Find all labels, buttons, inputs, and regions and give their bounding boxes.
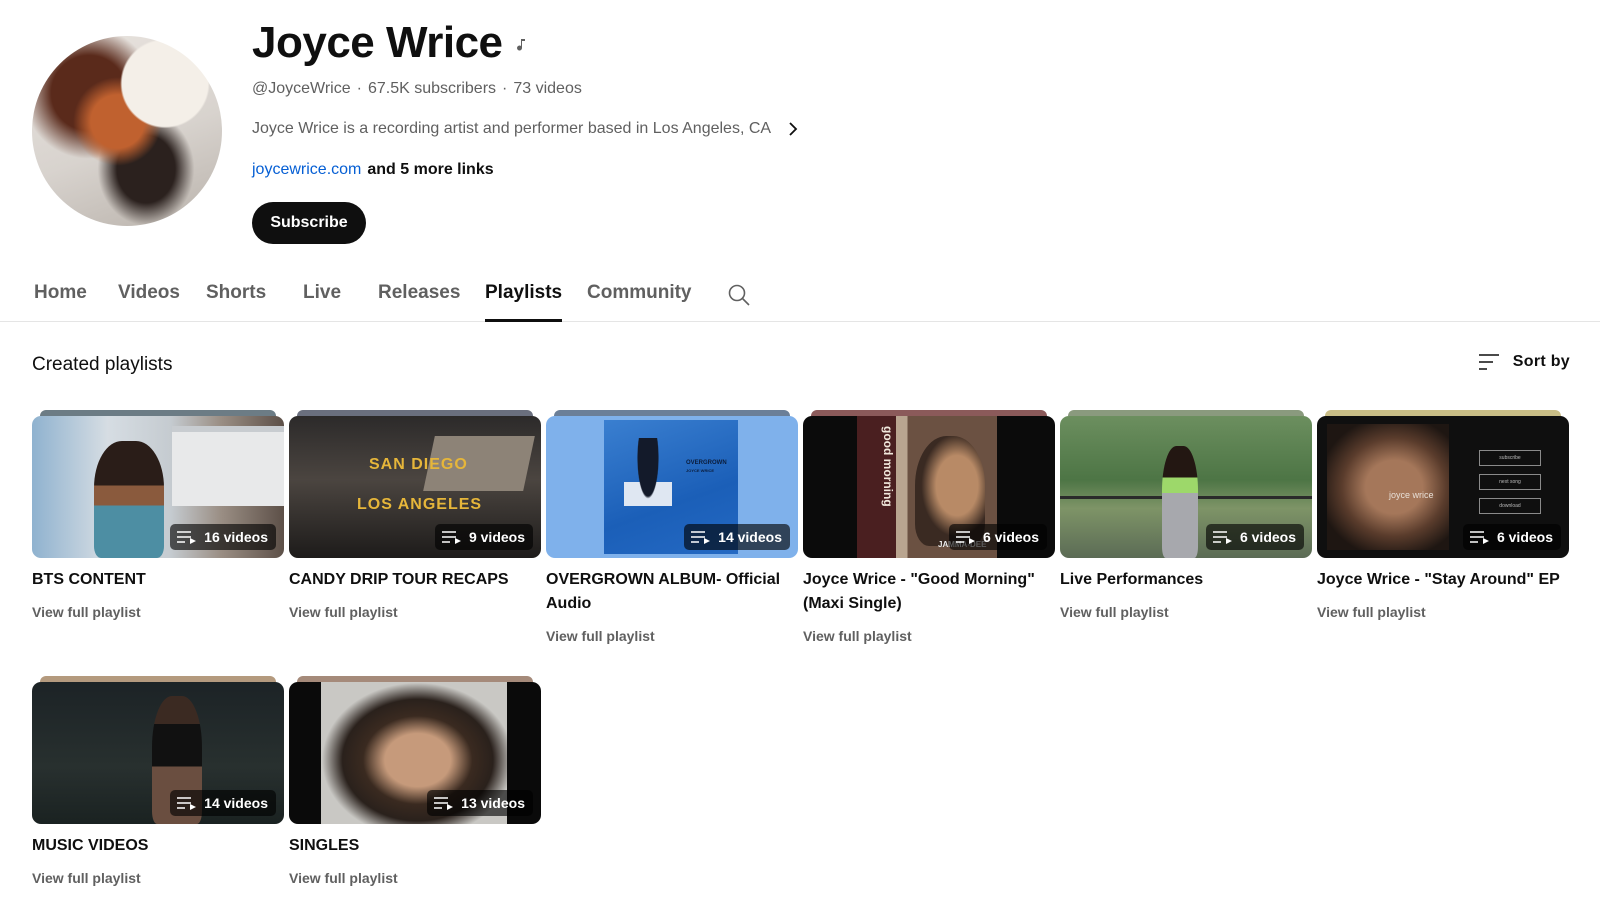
playlist-title[interactable]: Live Performances bbox=[1060, 568, 1312, 592]
playlist-icon bbox=[1212, 531, 1232, 544]
sort-label: Sort by bbox=[1512, 353, 1570, 370]
playlist-icon bbox=[434, 797, 454, 810]
view-full-playlist-link[interactable]: View full playlist bbox=[803, 628, 912, 644]
channel-avatar[interactable] bbox=[32, 36, 222, 226]
playlist-title[interactable]: CANDY DRIP TOUR RECAPS bbox=[289, 568, 541, 592]
channel-description[interactable]: Joyce Wrice is a recording artist and pe… bbox=[252, 119, 803, 139]
thumbnail-text: next song bbox=[1479, 474, 1541, 490]
video-count: 73 videos bbox=[513, 80, 582, 97]
thumbnail-text: subscribe bbox=[1479, 450, 1541, 466]
video-count-badge: 6 videos bbox=[1462, 524, 1561, 550]
video-count: 6 videos bbox=[1496, 529, 1553, 545]
playlist-thumbnail[interactable]: SAN DIEGO LOS ANGELES 9 videos bbox=[289, 416, 541, 558]
playlist-title[interactable]: MUSIC VIDEOS bbox=[32, 834, 284, 858]
view-full-playlist-link[interactable]: View full playlist bbox=[546, 628, 655, 644]
view-full-playlist-link[interactable]: View full playlist bbox=[289, 870, 398, 886]
meta-separator: · bbox=[356, 80, 362, 97]
playlist-thumbnail[interactable]: good morning JAMMA-DEE 6 videos bbox=[803, 416, 1055, 558]
video-count-badge: 13 videos bbox=[427, 790, 533, 816]
channel-handle: @JoyceWrice bbox=[252, 80, 351, 97]
video-count-badge: 9 videos bbox=[434, 524, 533, 550]
playlist-icon bbox=[441, 531, 461, 544]
thumbnail-text: LOS ANGELES bbox=[357, 496, 483, 513]
tab-playlists[interactable]: Playlists bbox=[485, 282, 563, 322]
section-title: Created playlists bbox=[32, 354, 173, 375]
playlist-thumbnail[interactable]: joyce wrice subscribe next song download… bbox=[1317, 416, 1569, 558]
playlist-icon bbox=[955, 531, 975, 544]
video-count: 16 videos bbox=[204, 529, 268, 545]
subscriber-count: 67.5K subscribers bbox=[367, 80, 497, 97]
playlist-icon bbox=[177, 797, 197, 810]
playlist-icon bbox=[691, 531, 711, 544]
playlist-title[interactable]: Joyce Wrice - "Good Morning" (Maxi Singl… bbox=[803, 568, 1055, 616]
video-count-badge: 14 videos bbox=[684, 524, 790, 550]
view-full-playlist-link[interactable]: View full playlist bbox=[32, 604, 141, 620]
playlist-title[interactable]: OVERGROWN ALBUM- Official Audio bbox=[546, 568, 798, 616]
video-count-badge: 16 videos bbox=[170, 524, 276, 550]
tab-videos[interactable]: Videos bbox=[118, 282, 180, 322]
tab-releases[interactable]: Releases bbox=[378, 282, 460, 322]
search-icon[interactable] bbox=[726, 282, 752, 308]
tab-live[interactable]: Live bbox=[303, 282, 341, 322]
thumbnail-text: download bbox=[1479, 498, 1541, 514]
tab-home[interactable]: Home bbox=[34, 282, 87, 322]
tab-community[interactable]: Community bbox=[587, 282, 692, 322]
playlist-icon bbox=[1469, 531, 1489, 544]
channel-name-text: Joyce Wrice bbox=[252, 18, 503, 67]
video-count: 6 videos bbox=[982, 529, 1039, 545]
thumbnail-text: joyce wrice bbox=[1389, 490, 1434, 500]
subscribe-button[interactable]: Subscribe bbox=[252, 202, 366, 244]
video-count: 6 videos bbox=[1239, 529, 1296, 545]
playlist-icon bbox=[177, 531, 197, 544]
thumbnail-text: good morning bbox=[881, 426, 895, 507]
video-count: 9 videos bbox=[468, 529, 525, 545]
channel-meta: @JoyceWrice · 67.5K subscribers · 73 videos bbox=[252, 80, 582, 98]
playlist-thumbnail[interactable]: OVERGROWN JOYCE WRICE 14 videos bbox=[546, 416, 798, 558]
thumbnail-text: OVERGROWN bbox=[686, 460, 727, 466]
thumbnail-text: JOYCE WRICE bbox=[686, 468, 715, 473]
playlist-thumbnail[interactable]: 13 videos bbox=[289, 682, 541, 824]
playlist-title[interactable]: BTS CONTENT bbox=[32, 568, 284, 592]
thumbnail-text: SAN DIEGO bbox=[369, 456, 468, 473]
channel-tabs: Home Videos Shorts Live Releases Playlis… bbox=[0, 270, 1600, 322]
channel-links: joycewrice.com and 5 more links bbox=[252, 161, 494, 179]
tab-shorts[interactable]: Shorts bbox=[206, 282, 266, 322]
video-count-badge: 14 videos bbox=[170, 790, 276, 816]
more-links-button[interactable]: and 5 more links bbox=[367, 161, 493, 178]
view-full-playlist-link[interactable]: View full playlist bbox=[289, 604, 398, 620]
view-full-playlist-link[interactable]: View full playlist bbox=[32, 870, 141, 886]
video-count: 14 videos bbox=[718, 529, 782, 545]
music-note-icon bbox=[516, 39, 525, 51]
sort-button[interactable]: Sort by bbox=[1477, 350, 1570, 374]
video-count-badge: 6 videos bbox=[948, 524, 1047, 550]
playlist-thumbnail[interactable]: 16 videos bbox=[32, 416, 284, 558]
playlist-thumbnail[interactable]: 6 videos bbox=[1060, 416, 1312, 558]
meta-separator: · bbox=[502, 80, 508, 97]
playlist-title[interactable]: Joyce Wrice - "Stay Around" EP bbox=[1317, 568, 1569, 592]
view-full-playlist-link[interactable]: View full playlist bbox=[1060, 604, 1169, 620]
playlist-title[interactable]: SINGLES bbox=[289, 834, 541, 858]
video-count: 14 videos bbox=[204, 795, 268, 811]
sort-icon bbox=[1478, 354, 1499, 370]
video-count-badge: 6 videos bbox=[1205, 524, 1304, 550]
playlist-thumbnail[interactable]: 14 videos bbox=[32, 682, 284, 824]
website-link[interactable]: joycewrice.com bbox=[252, 161, 361, 178]
description-text: Joyce Wrice is a recording artist and pe… bbox=[252, 120, 772, 137]
view-full-playlist-link[interactable]: View full playlist bbox=[1317, 604, 1426, 620]
channel-name: Joyce Wrice bbox=[252, 18, 527, 68]
video-count: 13 videos bbox=[461, 795, 525, 811]
chevron-right-icon[interactable] bbox=[783, 119, 803, 139]
